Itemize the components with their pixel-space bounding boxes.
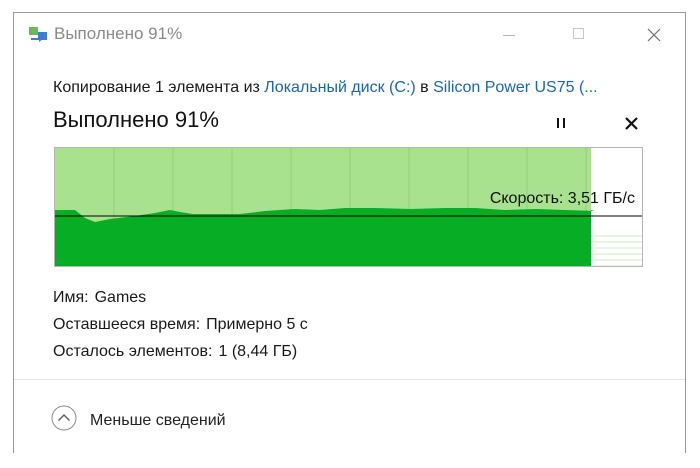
minimize-icon[interactable] (489, 21, 529, 49)
name-value: Games (94, 289, 147, 306)
desc-mid: в (415, 79, 434, 96)
time-value: Примерно 5 с (206, 316, 308, 333)
progress-title: Выполнено 91% (53, 107, 219, 132)
name-row: Имя: Games (53, 289, 146, 307)
maximize-icon[interactable] (559, 21, 599, 49)
close-icon[interactable] (634, 21, 674, 49)
copy-transfer-icon (28, 25, 52, 43)
speed-label: Скорость: 3,51 ГБ/с (489, 190, 635, 207)
copy-dialog-window: Выполнено 91% Копирование 1 элемента из … (13, 12, 686, 453)
items-row: Осталось элементов: 1 (8,44 ГБ) (53, 343, 297, 361)
name-key: Имя: (53, 289, 89, 306)
items-key: Осталось элементов: (53, 343, 213, 360)
title-bar: Выполнено 91% (14, 13, 685, 55)
fewer-details-button[interactable]: Меньше сведений (90, 412, 226, 430)
time-key: Оставшееся время: (53, 316, 201, 333)
window-title: Выполнено 91% (54, 24, 183, 43)
destination-link[interactable]: Silicon Power US75 (... (433, 79, 598, 96)
speed-graph: Скорость: 3,51 ГБ/с (54, 147, 643, 267)
time-row: Оставшееся время: Примерно 5 с (53, 316, 308, 334)
copy-description: Копирование 1 элемента из Локальный диск… (53, 79, 598, 97)
footer: Меньше сведений (14, 379, 685, 453)
speed-area (55, 208, 595, 266)
pause-icon[interactable] (549, 111, 573, 135)
cancel-icon[interactable] (620, 111, 644, 135)
desc-prefix: Копирование 1 элемента из (53, 79, 265, 96)
source-link[interactable]: Локальный диск (C:) (264, 79, 415, 96)
items-value: 1 (8,44 ГБ) (218, 343, 298, 360)
chevron-up-icon[interactable] (51, 405, 77, 431)
